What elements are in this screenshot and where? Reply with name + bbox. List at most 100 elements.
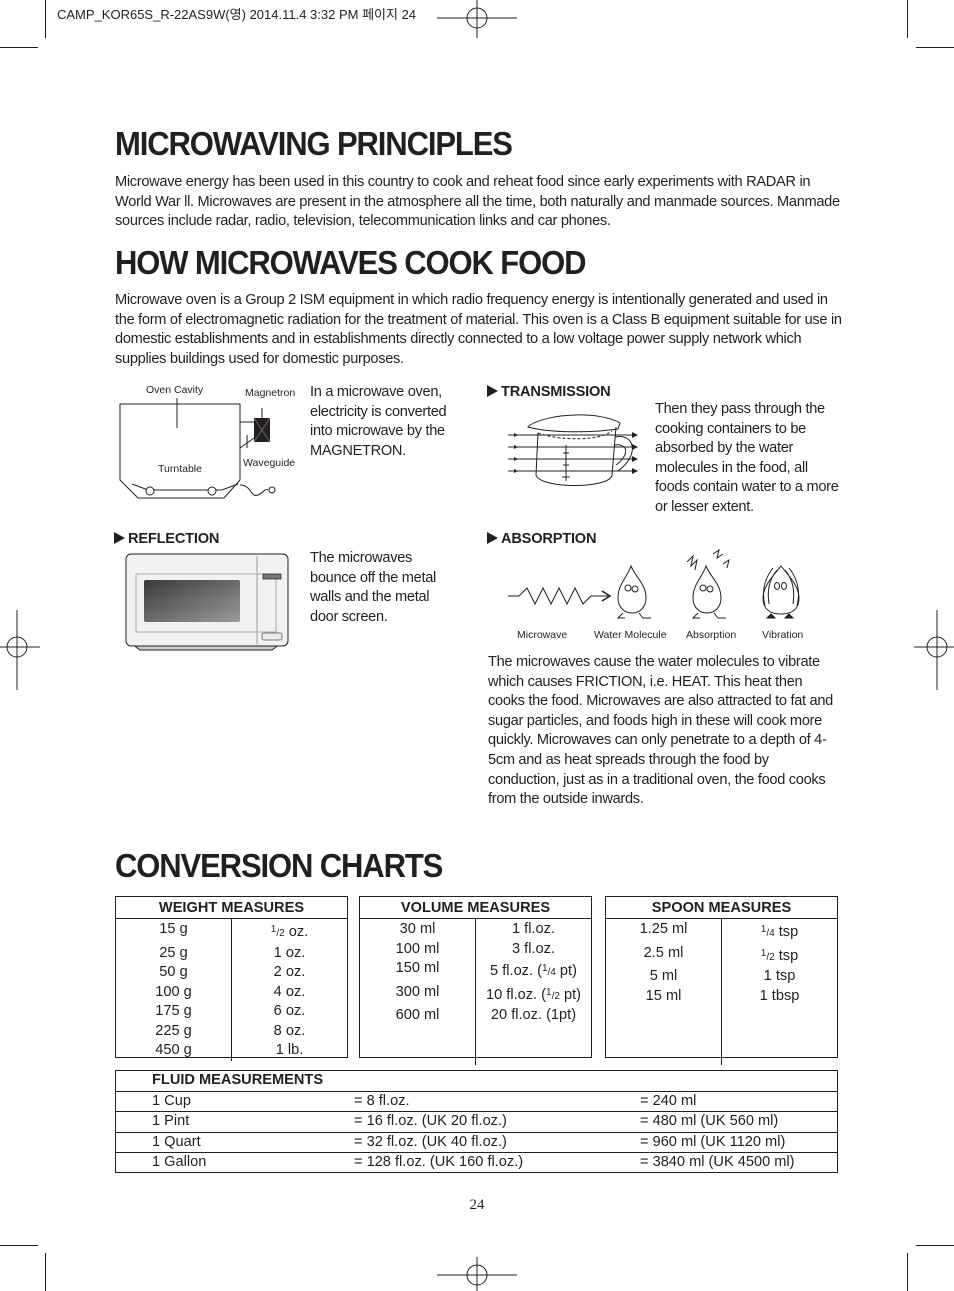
fluid-table-row: 1 Gallon = 128 fl.oz. (UK 160 fl.oz.) = 38… (116, 1152, 837, 1173)
weight-metric-cell: 175 g (155, 1003, 192, 1019)
reflection-label: REFLECTION (128, 531, 220, 547)
volume-metric-cell (360, 1045, 476, 1065)
volume-metric-cell: 600 ml (395, 1007, 440, 1023)
volume-table-row (360, 1025, 591, 1045)
spoon-table-row: 5 ml 1 tsp (606, 967, 837, 987)
fluid-unit-cell: 1 Gallon (116, 1152, 354, 1173)
spoon-imperial-cell: 1 tbsp (721, 986, 837, 1006)
fluid-ml-cell: = 240 ml (640, 1090, 837, 1112)
heading-transmission: TRANSMISSION (487, 384, 611, 400)
spoon-metric-cell: 2.5 ml (643, 944, 684, 961)
crop-mark (0, 1245, 38, 1246)
weight-table-row: 50 g 2 oz. (116, 963, 347, 983)
label-microwave: Microwave (517, 629, 568, 641)
spoon-table-row: 15 ml 1 tbsp (606, 986, 837, 1006)
volume-imperial-cell (475, 1025, 591, 1045)
spoon-imperial-cell: 1/4 tsp (721, 918, 837, 944)
reflection-paragraph: The microwaves bounce off the metal wall… (310, 550, 436, 625)
weight-metric-cell: 15 g (159, 921, 188, 937)
registration-mark-left (0, 610, 40, 690)
crop-mark (45, 0, 46, 38)
fluid-measurements-table: FLUID MEASUREMENTS 1 Cup = 8 fl.oz. = 240 … (116, 1071, 837, 1173)
weight-measures-table: WEIGHT MEASURES 15 g 1/2 oz. 25 g1 oz. 50 g… (116, 897, 347, 1061)
heading-how-microwaves-cook: HOW MICROWAVES COOK FOOD (115, 244, 587, 281)
weight-imperial-cell: 2 oz. (231, 963, 347, 983)
spoon-imperial-cell: 1/2 tsp (721, 943, 837, 967)
weight-table-row: 15 g 1/2 oz. (116, 918, 347, 944)
principles-paragraph: Microwave energy has been used in this c… (115, 174, 840, 230)
weight-imperial-cell: 8 oz. (231, 1021, 347, 1041)
fluid-ml-cell: = 3840 ml (UK 4500 ml) (640, 1152, 837, 1173)
absorption-illustration (508, 548, 800, 619)
volume-measures-table: VOLUME MEASURES 30 ml 1 fl.oz. 100 ml 3 fl.… (360, 897, 591, 1065)
weight-imperial-cell: 1 lb. (231, 1041, 347, 1061)
volume-imperial-cell: 5 fl.oz. (1/4 pt) (475, 959, 591, 983)
crop-mark (916, 1245, 954, 1246)
weight-imperial-cell: 1/2 oz. (231, 918, 347, 944)
triangle-bullet-icon (487, 385, 498, 397)
volume-table-row: 30 ml 1 fl.oz. (360, 918, 591, 940)
fluid-table-row: 1 Pint = 16 fl.oz. (UK 20 fl.oz.) = 480 ml… (116, 1111, 837, 1132)
absorption-paragraph: The microwaves cause the water molecules… (488, 654, 833, 808)
spoon-metric-cell: 15 ml (645, 987, 682, 1004)
weight-metric-cell: 50 g (159, 964, 188, 980)
fluid-measurements-header: FLUID MEASUREMENTS (152, 1072, 324, 1088)
spoon-imperial-cell (721, 1045, 837, 1065)
label-waveguide: Waveguide (243, 457, 296, 469)
volume-table-row (360, 1045, 591, 1065)
spoon-table-row: 2.5 ml 1/2 tsp (606, 943, 837, 967)
fluid-ounces-cell: = 32 fl.oz. (UK 40 fl.oz.) (354, 1131, 640, 1153)
weight-metric-cell: 450 g (155, 1042, 192, 1058)
spoon-measures-table-box: SPOON MEASURES 1.25 ml 1/4 tsp 2.5 ml 1/2 t… (605, 896, 838, 1065)
spoon-metric-cell: 1.25 ml (639, 921, 688, 937)
volume-metric-cell: 300 ml (395, 983, 440, 1000)
fluid-header-row: FLUID MEASUREMENTS (116, 1071, 837, 1091)
registration-mark-top (437, 0, 517, 38)
fluid-unit-cell: 1 Pint (116, 1111, 354, 1132)
volume-table-row: 300 ml 10 fl.oz. (1/2 pt) (360, 982, 591, 1006)
label-water-molecule: Water Molecule (594, 629, 667, 641)
spoon-table-row (606, 1045, 837, 1065)
label-vibration: Vibration (762, 629, 804, 641)
label-absorption: Absorption (686, 629, 737, 641)
fluid-table-row: 1 Cup = 8 fl.oz. = 240 ml (116, 1090, 837, 1112)
fluid-ml-cell: = 480 ml (UK 560 ml) (640, 1111, 837, 1132)
spoon-metric-cell: 5 ml (649, 968, 678, 984)
weight-metric-cell: 225 g (155, 1022, 192, 1039)
volume-imperial-cell (475, 1045, 591, 1065)
spoon-metric-cell (606, 1045, 722, 1065)
spoon-measures-header: SPOON MEASURES (606, 897, 837, 919)
page-number: 24 (469, 1197, 485, 1213)
registration-mark-right (914, 610, 954, 690)
print-slug: CAMP_KOR65S_R-22AS9W(영) 2014.11.4 3:32 P… (57, 7, 417, 22)
transmission-label: TRANSMISSION (501, 384, 611, 400)
crop-mark (907, 0, 908, 38)
fluid-unit-cell: 1 Cup (116, 1090, 354, 1112)
microwave-oven-illustration (125, 553, 289, 651)
spoon-measures-table: SPOON MEASURES 1.25 ml 1/4 tsp 2.5 ml 1/2 t… (606, 897, 837, 1065)
weight-measures-header: WEIGHT MEASURES (116, 897, 347, 919)
spoon-imperial-cell: 1 tsp (721, 967, 837, 987)
weight-table-row: 175 g 6 oz. (116, 1002, 347, 1022)
crop-mark (45, 1253, 46, 1291)
weight-imperial-cell: 4 oz. (231, 982, 347, 1002)
volume-measures-header: VOLUME MEASURES (360, 897, 591, 919)
volume-measures-table-box: VOLUME MEASURES 30 ml 1 fl.oz. 100 ml 3 fl.… (359, 896, 592, 1065)
weight-metric-cell: 100 g (155, 983, 192, 1000)
transmission-paragraph: Then they pass through the cooking conta… (655, 401, 839, 515)
spoon-imperial-cell (721, 1006, 837, 1026)
volume-metric-cell: 100 ml (395, 940, 440, 957)
weight-table-row: 225 g 8 oz. (116, 1021, 347, 1041)
volume-metric-cell: 30 ml (399, 921, 436, 937)
heading-reflection: REFLECTION (114, 531, 219, 547)
volume-table-row: 600 ml 20 fl.oz. (1pt) (360, 1006, 591, 1026)
heading-conversion-charts: CONVERSION CHARTS (115, 847, 443, 884)
heading-microwaving-principles: MICROWAVING PRINCIPLES (115, 125, 513, 162)
crop-mark (916, 47, 954, 48)
fluid-ml-cell: = 960 ml (UK 1120 ml) (640, 1131, 837, 1153)
volume-imperial-cell: 3 fl.oz. (475, 939, 591, 959)
fluid-measurements-table-box: FLUID MEASUREMENTS 1 Cup = 8 fl.oz. = 240 … (115, 1070, 838, 1173)
label-turntable: Turntable (158, 463, 202, 475)
spoon-table-row: 1.25 ml 1/4 tsp (606, 918, 837, 944)
triangle-bullet-icon (487, 532, 498, 544)
